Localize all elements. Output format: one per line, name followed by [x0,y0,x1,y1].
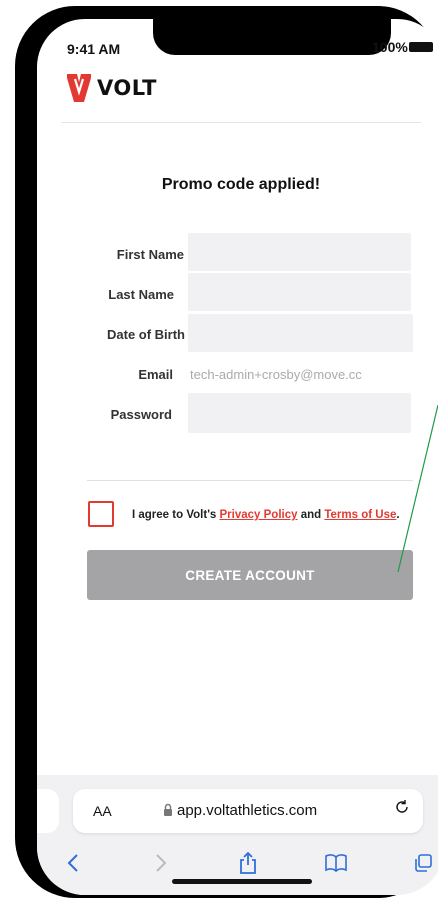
password-field[interactable] [188,393,411,433]
notch [153,19,391,55]
battery-icon [409,42,433,52]
back-icon[interactable] [59,849,87,877]
page-title: Promo code applied! [161,176,321,193]
volt-logo[interactable]: VOLT [67,74,157,102]
share-icon[interactable] [234,849,262,877]
lock-icon [164,803,172,816]
first-name-field[interactable] [188,233,411,271]
forward-icon[interactable] [147,849,175,877]
agree-checkbox[interactable] [88,501,114,527]
agree-middle: and [297,509,325,521]
email-label: Email [138,367,173,382]
password-label: Password [110,407,172,422]
last-name-label: Last Name [108,287,174,302]
create-account-button[interactable]: CREATE ACCOUNT [87,550,413,600]
phone-frame: 9:41 AM 100% VOLT Promo code applied! Fi… [15,6,438,898]
email-value: tech-admin+crosby@move.cc [190,367,362,382]
privacy-policy-link[interactable]: Privacy Policy [220,509,298,521]
battery-percent: 100% [372,39,408,55]
home-indicator [172,879,312,884]
url-text[interactable]: app.voltathletics.com [177,802,317,819]
last-name-field[interactable] [188,273,411,311]
first-name-label: First Name [116,247,184,262]
agree-prefix: I agree to Volt's [132,509,220,521]
header-divider [61,122,421,123]
bookmarks-icon[interactable] [322,849,350,877]
agree-suffix: . [396,509,400,521]
volt-logo-text: VOLT [97,76,157,100]
previous-tab-preview[interactable] [37,789,59,833]
tabs-icon[interactable] [409,849,437,877]
form-divider [87,480,413,481]
dob-field[interactable] [188,314,413,352]
status-time: 9:41 AM [67,41,121,57]
screen: 9:41 AM 100% VOLT Promo code applied! Fi… [37,19,438,895]
text-size-button[interactable]: AA [93,803,112,819]
terms-of-use-link[interactable]: Terms of Use [324,509,396,521]
reload-icon[interactable] [394,799,410,815]
dob-label: Date of Birth [107,327,185,342]
agree-text: I agree to Volt's Privacy Policy and Ter… [132,509,400,521]
volt-logo-mark-icon [67,74,91,102]
